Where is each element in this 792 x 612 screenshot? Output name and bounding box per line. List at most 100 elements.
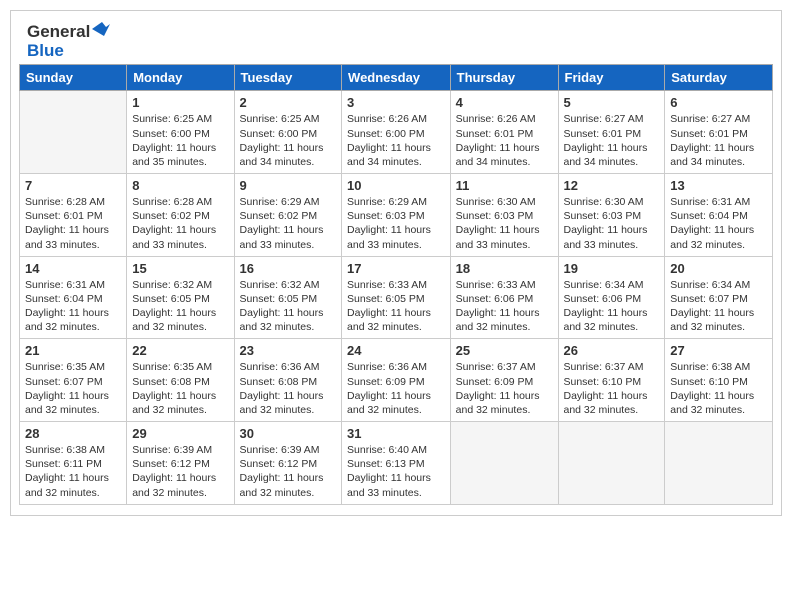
weekday-header: Saturday — [665, 65, 773, 91]
calendar-cell: 19 Sunrise: 6:34 AMSunset: 6:06 PMDayligh… — [558, 256, 665, 339]
calendar-cell: 20Sunrise: 6:34 AMSunset: 6:07 PMDayligh… — [665, 256, 773, 339]
day-info: Sunrise: 6:33 AMSunset: 6:05 PMDaylight:… — [347, 278, 445, 335]
page-container: General Blue SundayMondayTuesdayWednesda… — [10, 10, 782, 516]
weekday-header: Thursday — [450, 65, 558, 91]
day-number: 26 — [564, 343, 660, 358]
day-info: Sunrise: 6:28 AMSunset: 6:01 PMDaylight:… — [25, 195, 121, 252]
calendar-cell: 25 Sunrise: 6:37 AMSunset: 6:09 PMDayligh… — [450, 339, 558, 422]
calendar-cell: 6 Sunrise: 6:27 AMSunset: 6:01 PMDaylight… — [665, 91, 773, 174]
day-info: Sunrise: 6:38 AMSunset: 6:11 PMDaylight:… — [25, 443, 121, 500]
calendar-week-row: 7 Sunrise: 6:28 AMSunset: 6:01 PMDaylight… — [20, 174, 773, 257]
day-info: Sunrise: 6:36 AMSunset: 6:09 PMDaylight:… — [347, 360, 445, 417]
day-info: Sunrise: 6:27 AMSunset: 6:01 PMDaylight:… — [564, 112, 660, 169]
day-number: 19 — [564, 261, 660, 276]
day-info: Sunrise: 6:39 AMSunset: 6:12 PMDaylight:… — [240, 443, 336, 500]
day-number: 13 — [670, 178, 767, 193]
day-number: 12 — [564, 178, 660, 193]
day-number: 23 — [240, 343, 336, 358]
day-info: Sunrise: 6:31 AMSunset: 6:04 PMDaylight:… — [25, 278, 121, 335]
calendar-cell: 17 Sunrise: 6:33 AMSunset: 6:05 PMDayligh… — [342, 256, 451, 339]
calendar-cell — [450, 422, 558, 505]
day-info: Sunrise: 6:25 AMSunset: 6:00 PMDaylight:… — [132, 112, 228, 169]
logo-bird-icon — [92, 22, 110, 36]
day-info: Sunrise: 6:32 AMSunset: 6:05 PMDaylight:… — [240, 278, 336, 335]
day-info: Sunrise: 6:29 AMSunset: 6:03 PMDaylight:… — [347, 195, 445, 252]
calendar-cell: 30Sunrise: 6:39 AMSunset: 6:12 PMDayligh… — [234, 422, 341, 505]
calendar-cell: 2Sunrise: 6:25 AMSunset: 6:00 PMDaylight… — [234, 91, 341, 174]
day-number: 11 — [456, 178, 553, 193]
day-info: Sunrise: 6:34 AMSunset: 6:06 PMDaylight:… — [564, 278, 660, 335]
calendar-cell: 1 Sunrise: 6:25 AMSunset: 6:00 PMDaylight… — [127, 91, 234, 174]
calendar-cell: 21Sunrise: 6:35 AMSunset: 6:07 PMDayligh… — [20, 339, 127, 422]
calendar-week-row: 28 Sunrise: 6:38 AMSunset: 6:11 PMDayligh… — [20, 422, 773, 505]
weekday-header: Tuesday — [234, 65, 341, 91]
calendar-cell: 13Sunrise: 6:31 AMSunset: 6:04 PMDayligh… — [665, 174, 773, 257]
calendar-cell: 29 Sunrise: 6:39 AMSunset: 6:12 PMDayligh… — [127, 422, 234, 505]
day-number: 6 — [670, 95, 767, 110]
day-number: 7 — [25, 178, 121, 193]
calendar-cell: 5 Sunrise: 6:27 AMSunset: 6:01 PMDaylight… — [558, 91, 665, 174]
day-info: Sunrise: 6:38 AMSunset: 6:10 PMDaylight:… — [670, 360, 767, 417]
day-number: 8 — [132, 178, 228, 193]
day-info: Sunrise: 6:40 AMSunset: 6:13 PMDaylight:… — [347, 443, 445, 500]
day-info: Sunrise: 6:37 AMSunset: 6:09 PMDaylight:… — [456, 360, 553, 417]
day-number: 15 — [132, 261, 228, 276]
day-info: Sunrise: 6:33 AMSunset: 6:06 PMDaylight:… — [456, 278, 553, 335]
day-info: Sunrise: 6:35 AMSunset: 6:08 PMDaylight:… — [132, 360, 228, 417]
day-number: 27 — [670, 343, 767, 358]
calendar-week-row: 1 Sunrise: 6:25 AMSunset: 6:00 PMDaylight… — [20, 91, 773, 174]
calendar-cell: 14 Sunrise: 6:31 AMSunset: 6:04 PMDayligh… — [20, 256, 127, 339]
day-info: Sunrise: 6:39 AMSunset: 6:12 PMDaylight:… — [132, 443, 228, 500]
day-number: 17 — [347, 261, 445, 276]
weekday-header: Monday — [127, 65, 234, 91]
day-number: 4 — [456, 95, 553, 110]
day-number: 18 — [456, 261, 553, 276]
day-number: 20 — [670, 261, 767, 276]
calendar-cell: 8 Sunrise: 6:28 AMSunset: 6:02 PMDaylight… — [127, 174, 234, 257]
calendar-table: SundayMondayTuesdayWednesdayThursdayFrid… — [19, 64, 773, 504]
calendar-cell: 27 Sunrise: 6:38 AMSunset: 6:10 PMDayligh… — [665, 339, 773, 422]
logo: General Blue — [27, 23, 110, 60]
weekday-row: SundayMondayTuesdayWednesdayThursdayFrid… — [20, 65, 773, 91]
day-number: 10 — [347, 178, 445, 193]
weekday-header: Wednesday — [342, 65, 451, 91]
day-info: Sunrise: 6:26 AMSunset: 6:00 PMDaylight:… — [347, 112, 445, 169]
calendar-cell — [20, 91, 127, 174]
day-info: Sunrise: 6:30 AMSunset: 6:03 PMDaylight:… — [564, 195, 660, 252]
day-number: 29 — [132, 426, 228, 441]
day-info: Sunrise: 6:36 AMSunset: 6:08 PMDaylight:… — [240, 360, 336, 417]
day-number: 14 — [25, 261, 121, 276]
calendar-week-row: 14 Sunrise: 6:31 AMSunset: 6:04 PMDayligh… — [20, 256, 773, 339]
calendar-cell: 26Sunrise: 6:37 AMSunset: 6:10 PMDayligh… — [558, 339, 665, 422]
day-info: Sunrise: 6:30 AMSunset: 6:03 PMDaylight:… — [456, 195, 553, 252]
day-number: 1 — [132, 95, 228, 110]
weekday-header: Friday — [558, 65, 665, 91]
day-number: 16 — [240, 261, 336, 276]
day-info: Sunrise: 6:26 AMSunset: 6:01 PMDaylight:… — [456, 112, 553, 169]
calendar-cell: 18 Sunrise: 6:33 AMSunset: 6:06 PMDayligh… — [450, 256, 558, 339]
day-number: 24 — [347, 343, 445, 358]
calendar-cell: 22Sunrise: 6:35 AMSunset: 6:08 PMDayligh… — [127, 339, 234, 422]
day-info: Sunrise: 6:25 AMSunset: 6:00 PMDaylight:… — [240, 112, 336, 169]
header: General Blue — [11, 11, 781, 64]
day-number: 28 — [25, 426, 121, 441]
day-info: Sunrise: 6:28 AMSunset: 6:02 PMDaylight:… — [132, 195, 228, 252]
calendar-cell: 24 Sunrise: 6:36 AMSunset: 6:09 PMDayligh… — [342, 339, 451, 422]
calendar-cell: 10 Sunrise: 6:29 AMSunset: 6:03 PMDayligh… — [342, 174, 451, 257]
day-number: 5 — [564, 95, 660, 110]
calendar-cell: 15Sunrise: 6:32 AMSunset: 6:05 PMDayligh… — [127, 256, 234, 339]
day-info: Sunrise: 6:27 AMSunset: 6:01 PMDaylight:… — [670, 112, 767, 169]
calendar-cell: 11 Sunrise: 6:30 AMSunset: 6:03 PMDayligh… — [450, 174, 558, 257]
calendar-cell: 23 Sunrise: 6:36 AMSunset: 6:08 PMDayligh… — [234, 339, 341, 422]
calendar-cell: 12 Sunrise: 6:30 AMSunset: 6:03 PMDayligh… — [558, 174, 665, 257]
calendar-cell — [558, 422, 665, 505]
day-number: 25 — [456, 343, 553, 358]
calendar-cell: 4 Sunrise: 6:26 AMSunset: 6:01 PMDaylight… — [450, 91, 558, 174]
day-info: Sunrise: 6:35 AMSunset: 6:07 PMDaylight:… — [25, 360, 121, 417]
calendar-header: SundayMondayTuesdayWednesdayThursdayFrid… — [20, 65, 773, 91]
calendar-cell: 9Sunrise: 6:29 AMSunset: 6:02 PMDaylight… — [234, 174, 341, 257]
calendar-cell: 31Sunrise: 6:40 AMSunset: 6:13 PMDayligh… — [342, 422, 451, 505]
calendar-cell: 3Sunrise: 6:26 AMSunset: 6:00 PMDaylight… — [342, 91, 451, 174]
calendar-cell: 16 Sunrise: 6:32 AMSunset: 6:05 PMDayligh… — [234, 256, 341, 339]
calendar-cell: 7 Sunrise: 6:28 AMSunset: 6:01 PMDaylight… — [20, 174, 127, 257]
